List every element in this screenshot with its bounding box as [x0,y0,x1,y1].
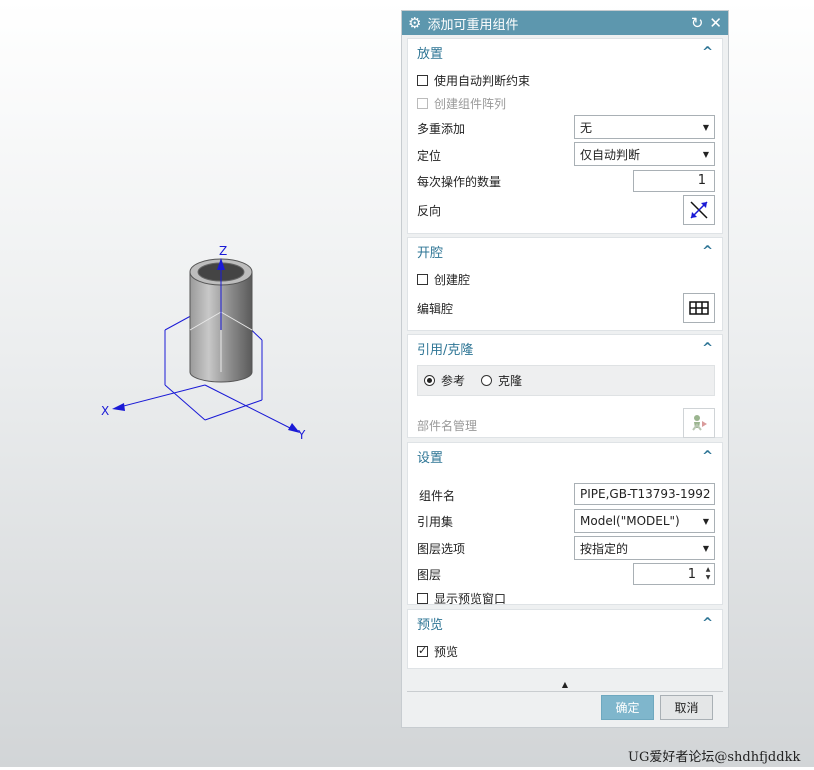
clone-label: 克隆 [498,374,523,388]
graphics-viewport[interactable]: Z X Y [0,0,400,767]
preview-label: 预览 [434,644,459,659]
show-preview-window-label: 显示预览窗口 [434,591,507,606]
chevron-down-icon: ▼ [702,516,709,526]
reference-label: 参考 [441,374,466,388]
reference-mode-group: 参考 克隆 [417,365,715,396]
layer-option-label: 图层选项 [417,542,466,556]
collapse-toggle[interactable]: ▲ [407,679,723,689]
count-input[interactable]: 1 [633,170,715,192]
edit-cavity-button[interactable] [683,293,715,323]
part-name-mgmt-button [683,408,715,438]
create-cavity-checkbox[interactable]: 创建腔 [417,268,470,290]
chevron-up-icon[interactable]: ^ [702,45,713,60]
checkbox-box[interactable] [417,644,428,657]
triangle-up-icon[interactable]: ▲ [562,680,568,689]
layer-label: 图层 [417,568,442,582]
multi-add-label: 多重添加 [417,122,466,136]
layer-option-select[interactable]: 按指定的 ▼ [574,536,715,560]
component-name-input[interactable]: PIPE,GB-T13793-1992 [574,483,715,505]
reference-set-select[interactable]: Model("MODEL") ▼ [574,509,715,533]
reverse-direction-button[interactable] [683,195,715,225]
position-value: 仅自动判断 [580,147,641,162]
reference-set-value: Model("MODEL") [580,514,680,528]
ok-button[interactable]: 确定 [601,695,654,720]
watermark: UG爱好者论坛@shdhfjddkk [628,750,801,765]
reverse-direction-icon [690,201,708,219]
placement-header[interactable]: 放置 ^ [408,39,722,66]
reference-clone-header[interactable]: 引用/克隆 ^ [408,335,722,362]
reference-clone-section: 引用/克隆 ^ 参考 克隆 部件名管理 [407,334,723,438]
viewport-scene [112,258,300,433]
checkbox-box[interactable] [417,74,428,86]
create-cavity-label: 创建腔 [434,272,471,287]
chevron-down-icon: ▼ [702,543,709,553]
grid-icon [689,301,709,315]
y-axis-line [204,384,297,432]
gear-icon: ⚙ [408,13,422,32]
preview-section: 预览 ^ 预览 [407,609,723,669]
show-preview-window-checkbox[interactable]: 显示预览窗口 [417,587,506,609]
checkbox-box [417,97,428,109]
cancel-button[interactable]: 取消 [660,695,713,720]
part-manage-icon [692,415,707,431]
settings-section: 设置 ^ 组件名 PIPE,GB-T13793-1992 引用集 Model("… [407,442,723,606]
layer-option-value: 按指定的 [580,541,629,556]
cavity-header[interactable]: 开腔 ^ [408,238,722,265]
section-title: 开腔 [417,246,444,261]
axis-label-z: Z [219,244,228,258]
axis-label-y: Y [298,428,306,442]
cavity-section: 开腔 ^ 创建腔 编辑腔 [407,237,723,331]
checkbox-box[interactable] [417,273,428,285]
x-axis-arrow [112,403,125,411]
chevron-up-icon[interactable]: ^ [702,449,713,464]
settings-header[interactable]: 设置 ^ [408,443,722,470]
multi-add-select[interactable]: 无 ▼ [574,115,715,139]
axis-label-x: X [101,404,110,418]
layer-value: 1 [687,566,696,582]
reset-icon[interactable]: ↻ [691,15,704,31]
chevron-up-icon[interactable]: ^ [702,244,713,259]
reference-radio[interactable] [424,375,435,386]
dialog-titlebar[interactable]: ⚙ 添加可重用组件 ↻ ✕ [402,11,728,35]
close-icon[interactable]: ✕ [709,15,722,31]
preview-header[interactable]: 预览 ^ [408,610,722,637]
multi-add-value: 无 [580,120,593,135]
create-array-checkbox: 创建组件阵列 [417,92,506,114]
footer-divider [407,691,723,692]
clone-radio[interactable] [481,375,493,386]
x-axis-line [115,384,206,409]
section-title: 放置 [417,47,444,62]
chevron-down-icon: ▼ [702,122,709,132]
chevron-up-icon[interactable]: ^ [702,341,713,356]
dialog-title: 添加可重用组件 [427,17,519,33]
add-reusable-component-dialog: ⚙ 添加可重用组件 ↻ ✕ 放置 ^ 使用自动判断约束 创建组件阵列 多重添加 … [401,10,729,728]
section-title: 引用/克隆 [417,343,474,358]
chevron-down-icon: ▼ [702,149,709,159]
count-label: 每次操作的数量 [417,175,502,189]
edit-cavity-label: 编辑腔 [417,302,454,316]
spinner-arrows-icon[interactable]: ▲ ▼ [702,566,714,582]
reference-set-label: 引用集 [417,515,454,529]
part-name-mgmt-label: 部件名管理 [417,419,478,433]
auto-constraint-label: 使用自动判断约束 [434,73,531,88]
layer-spinner[interactable]: 1 ▲ ▼ [633,563,715,585]
position-select[interactable]: 仅自动判断 ▼ [574,142,715,166]
create-array-label: 创建组件阵列 [434,96,507,111]
placement-section: 放置 ^ 使用自动判断约束 创建组件阵列 多重添加 无 ▼ 定位 仅自动判断 ▼… [407,38,723,234]
section-title: 设置 [417,451,444,466]
reverse-label: 反向 [417,204,442,218]
preview-checkbox[interactable]: 预览 [417,640,458,662]
position-label: 定位 [417,149,442,163]
component-name-label: 组件名 [419,489,456,503]
checkbox-box[interactable] [417,592,428,604]
auto-constraint-checkbox[interactable]: 使用自动判断约束 [417,69,530,91]
section-title: 预览 [417,618,444,633]
chevron-up-icon[interactable]: ^ [702,616,713,631]
